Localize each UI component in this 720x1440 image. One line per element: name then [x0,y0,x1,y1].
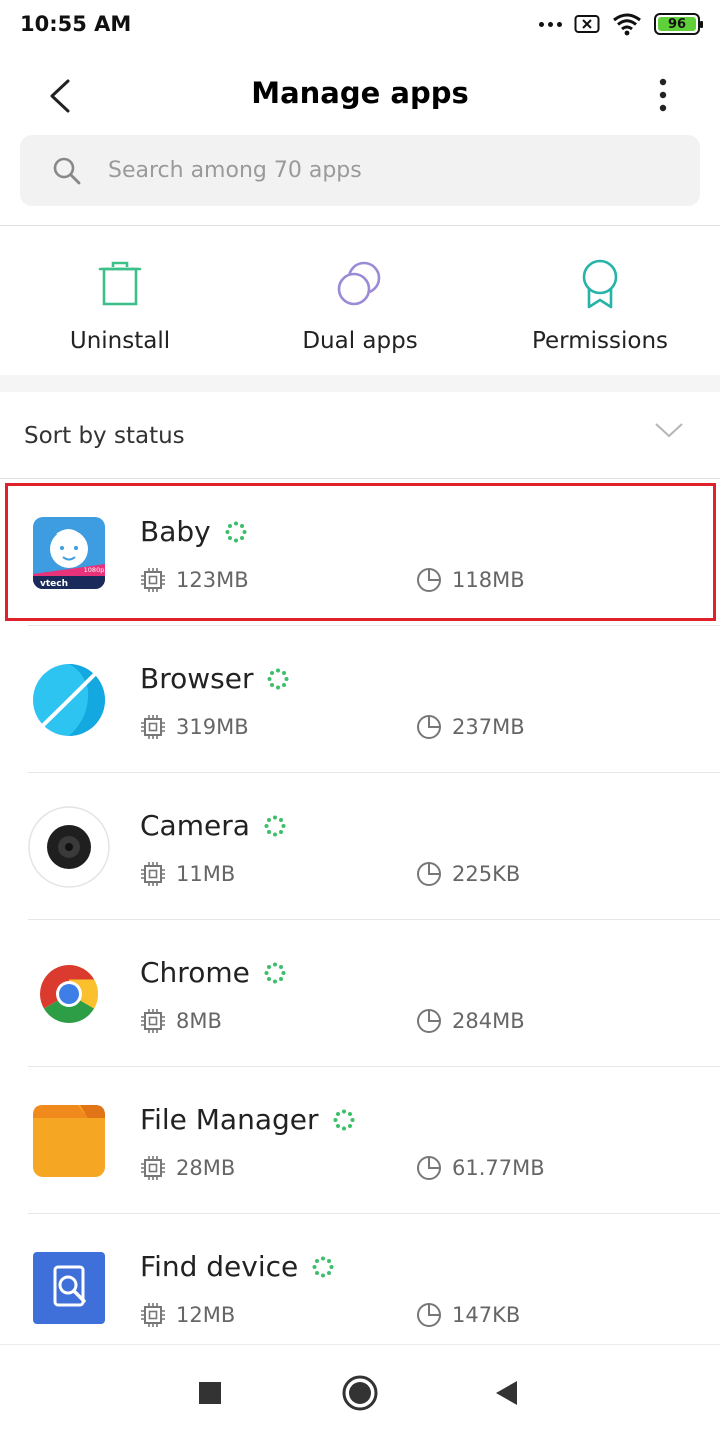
app-storage-size: 28MB [176,1156,236,1180]
dual-circles-icon [337,261,381,306]
chip-storage-icon [141,568,165,592]
permissions-button[interactable]: Permissions [480,230,720,375]
uninstall-button[interactable]: Uninstall [0,230,240,375]
chip-storage-icon [141,1009,165,1033]
app-row-baby[interactable]: 1080p vtech Baby 123MB 118MB [0,479,720,626]
app-storage-size: 11MB [176,862,236,886]
app-data-size: 118MB [452,568,525,592]
search-input[interactable] [108,158,668,183]
app-data-size: 284MB [452,1009,525,1033]
divider [0,225,720,226]
pie-data-icon [417,862,441,886]
app-name: Browser [140,662,254,695]
action-bar: Uninstall Dual apps Permissions [0,230,720,375]
search-box[interactable] [20,135,700,206]
chip-storage-icon [141,862,165,886]
running-status-icon [312,1256,334,1277]
dual-apps-label: Dual apps [302,328,418,354]
find-device-icon [33,1252,105,1324]
app-data-size: 61.77MB [452,1156,545,1180]
app-name: File Manager [140,1103,319,1136]
section-separator [0,375,720,392]
app-data-size: 147KB [452,1303,521,1327]
trash-icon [98,261,142,306]
app-storage-size: 319MB [176,715,249,739]
permissions-label: Permissions [531,328,669,354]
wifi-icon [613,13,641,36]
folder-icon [33,1105,105,1177]
pie-data-icon [417,1009,441,1033]
running-status-icon [333,1109,354,1130]
dual-apps-button[interactable]: Dual apps [240,230,480,375]
sort-label: Sort by status [24,423,185,449]
page-title: Manage apps [251,76,469,110]
search-icon [53,157,81,184]
pie-data-icon [417,568,441,592]
camera-lens-icon [28,806,110,888]
chip-storage-icon [141,1303,165,1327]
chevron-down-icon [655,423,683,438]
battery-icon: 96 [654,13,703,35]
app-storage-size: 8MB [176,1009,222,1033]
app-name: Camera [140,809,250,842]
app-row-camera[interactable]: Camera 11MB 225KB [0,773,720,920]
app-list: 1080p vtech Baby 123MB 118MB Browser 319… [0,479,720,1361]
running-status-icon [264,962,286,983]
pie-data-icon [417,1303,441,1327]
more-options-icon[interactable] [648,74,678,118]
app-name: Find device [140,1250,299,1283]
baby-icon-badge: 1080p [84,566,105,574]
uninstall-label: Uninstall [69,328,171,354]
app-data-size: 237MB [452,715,525,739]
sort-dropdown[interactable]: Sort by status [0,392,720,479]
navigation-bar [0,1344,720,1440]
app-storage-size: 12MB [176,1303,236,1327]
chip-storage-icon [141,715,165,739]
ribbon-badge-icon [582,259,618,309]
back-triangle-icon[interactable] [488,1373,528,1413]
baby-icon-brand: vtech [40,579,68,589]
running-status-icon [264,815,286,836]
pie-data-icon [417,1156,441,1180]
status-icons: 96 [539,12,703,36]
recents-square-icon[interactable] [190,1373,230,1413]
header: Manage apps [0,52,720,136]
browser-planet-icon [30,661,108,738]
app-row-browser[interactable]: Browser 319MB 237MB [0,626,720,773]
home-circle-icon[interactable] [340,1373,380,1413]
sim-no-signal-icon [574,15,600,33]
chrome-icon [40,965,98,1023]
app-storage-size: 123MB [176,568,249,592]
status-time: 10:55 AM [20,12,132,36]
app-data-size: 225KB [452,862,521,886]
app-name: Baby [140,515,211,548]
running-status-icon [267,668,289,689]
chip-storage-icon [141,1156,165,1180]
baby-vtech-icon: 1080p vtech [33,517,105,589]
more-dots-icon [539,12,562,36]
app-row-chrome[interactable]: Chrome 8MB 284MB [0,920,720,1067]
battery-level: 96 [658,17,696,32]
running-status-icon [225,521,247,542]
app-name: Chrome [140,956,250,989]
pie-data-icon [417,715,441,739]
app-row-file-manager[interactable]: File Manager 28MB 61.77MB [0,1067,720,1214]
app-row-find-device[interactable]: Find device 12MB 147KB [0,1214,720,1361]
status-bar: 10:55 AM 96 [0,0,720,52]
